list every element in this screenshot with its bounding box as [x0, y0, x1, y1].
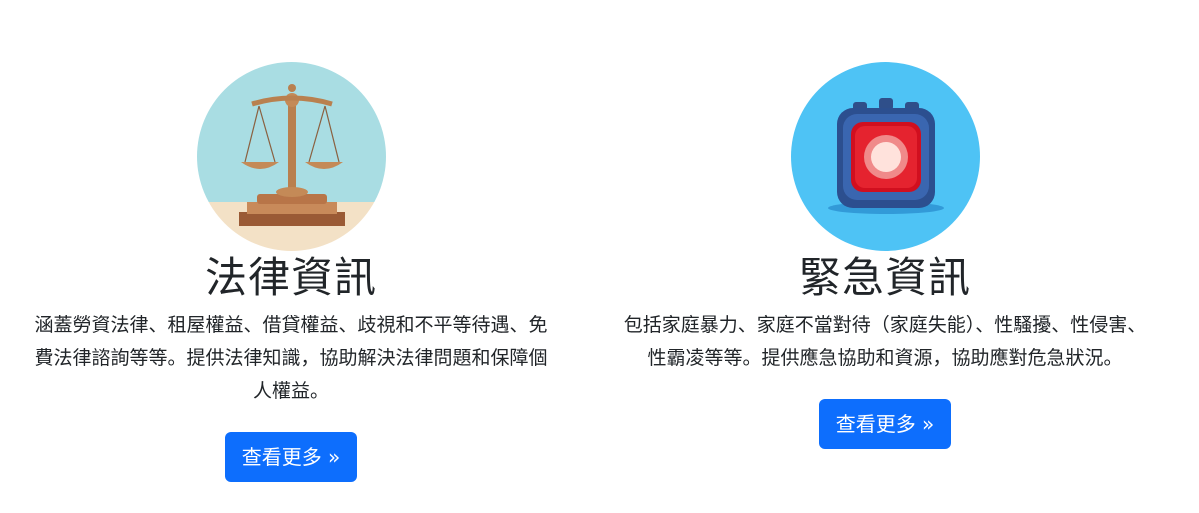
emergency-alarm-icon	[790, 62, 980, 251]
emergency-info-more-button[interactable]: 查看更多 »	[818, 399, 952, 449]
legal-info-more-button[interactable]: 查看更多 »	[224, 432, 358, 482]
emergency-info-card: 緊急資訊 包括家庭暴力、家庭不當對待（家庭失能）、性騷擾、性侵害、性霸凌等等。提…	[615, 62, 1155, 449]
legal-info-title: 法律資訊	[204, 253, 377, 302]
legal-info-description: 涵蓋勞資法律、租屋權益、借貸權益、歧視和不平等待遇、免費法律諮詢等等。提供法律知…	[34, 314, 548, 402]
emergency-info-description: 包括家庭暴力、家庭不當對待（家庭失能）、性騷擾、性侵害、性霸凌等等。提供應急協助…	[623, 314, 1147, 369]
emergency-info-title: 緊急資訊	[798, 253, 971, 302]
legal-info-card: 法律資訊 涵蓋勞資法律、租屋權益、借貸權益、歧視和不平等待遇、免費法律諮詢等等。…	[21, 62, 561, 482]
feature-cards-row: 法律資訊 涵蓋勞資法律、租屋權益、借貸權益、歧視和不平等待遇、免費法律諮詢等等。…	[0, 0, 1199, 513]
emergency-info-image	[790, 62, 980, 251]
legal-info-image	[196, 62, 386, 251]
scales-of-justice-icon	[196, 62, 386, 251]
